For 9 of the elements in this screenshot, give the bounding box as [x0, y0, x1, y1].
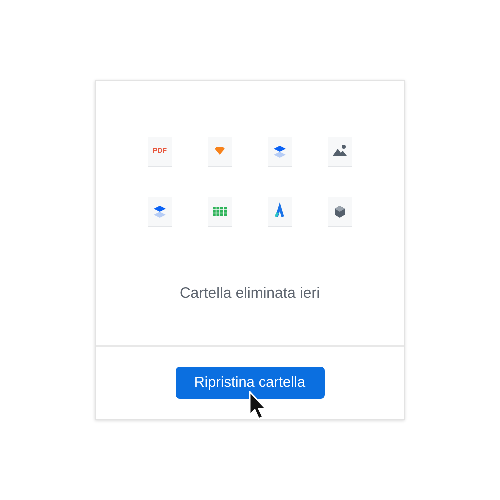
restore-button[interactable]: Ripristina cartella: [176, 367, 324, 399]
chevron-file-icon: [268, 197, 292, 227]
gem-file-icon: [208, 137, 232, 167]
cube-file-icon: [328, 197, 352, 227]
spreadsheet-file-icon: [208, 197, 232, 227]
deleted-message: Cartella eliminata ieri: [180, 285, 320, 302]
image-file-icon: [328, 137, 352, 167]
layers-file-icon: [148, 197, 172, 227]
layers-file-icon: [268, 137, 292, 167]
